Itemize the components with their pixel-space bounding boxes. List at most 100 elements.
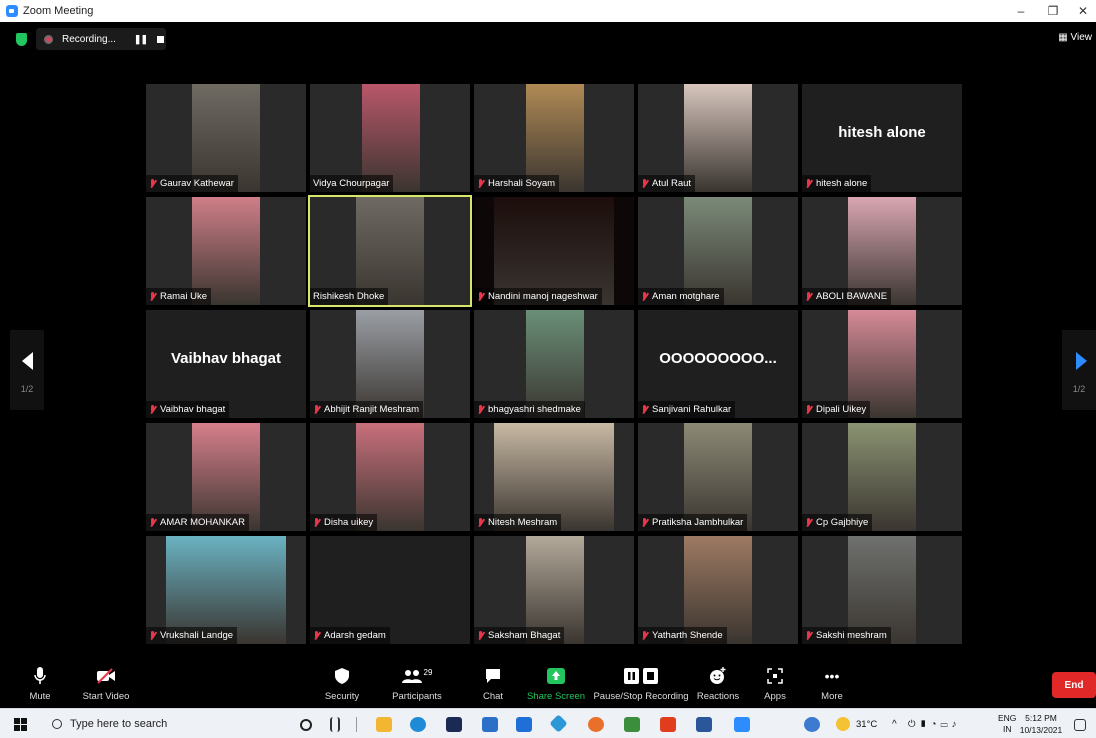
pause-stop-label: Pause/Stop Recording <box>593 691 689 702</box>
participant-tile[interactable]: Pratiksha Jambhulkar <box>638 423 798 531</box>
chat-button[interactable]: Chat <box>480 660 506 708</box>
chevron-right-icon <box>1076 352 1087 370</box>
maximize-button[interactable]: ❐ <box>1038 0 1068 22</box>
muted-mic-icon <box>641 517 648 528</box>
participant-tile[interactable]: Rishikesh Dhoke <box>308 195 472 307</box>
firefox-icon[interactable] <box>588 717 604 732</box>
participant-tile[interactable]: OOOOOOOOO... Sanjivani Rahulkar <box>638 310 798 418</box>
clock-date: 10/13/2021 <box>1019 725 1063 735</box>
office-icon[interactable] <box>660 717 676 732</box>
end-meeting-button[interactable]: End <box>1052 672 1096 698</box>
participant-display-name: OOOOOOOOO... <box>659 350 777 367</box>
participant-name-label: bhagyashri shedmake <box>474 401 585 418</box>
dropbox-icon[interactable] <box>446 717 462 732</box>
participant-tile[interactable]: Sakshi meshram <box>802 536 962 644</box>
temperature[interactable]: 31°C <box>856 709 877 738</box>
next-page-button[interactable]: 1/2 <box>1062 330 1096 410</box>
view-button[interactable]: ▦ View <box>1058 32 1092 43</box>
pause-stop-recording-button[interactable]: Pause/Stop Recording <box>593 660 689 708</box>
muted-mic-icon <box>149 291 156 302</box>
participant-tile[interactable]: Dipali Uikey <box>802 310 962 418</box>
video-off-icon <box>96 666 116 686</box>
language-indicator[interactable]: ENG IN <box>998 709 1016 738</box>
participants-count: 29 <box>423 667 433 677</box>
participant-tile[interactable]: Vrukshali Landge <box>146 536 306 644</box>
participant-tile[interactable]: Saksham Bhagat <box>474 536 634 644</box>
app-green-icon[interactable] <box>624 717 640 732</box>
more-label: More <box>821 691 843 702</box>
zoom-taskbar-icon[interactable] <box>734 717 750 732</box>
chevron-up-icon[interactable]: ^ <box>128 660 136 708</box>
mute-button[interactable]: Mute <box>22 660 58 708</box>
clock[interactable]: 5:12 PM 10/13/2021 <box>1018 709 1064 738</box>
edge-browser-icon[interactable] <box>410 717 426 732</box>
windows-start-icon[interactable] <box>14 718 27 731</box>
participant-name-label: Vrukshali Landge <box>146 627 238 644</box>
chevron-up-icon[interactable]: ^ <box>580 660 588 708</box>
start-video-button[interactable]: Start Video <box>80 660 132 708</box>
participant-name: Abhijit Ranjit Meshram <box>324 404 420 415</box>
security-button[interactable]: Security <box>322 660 362 708</box>
more-button[interactable]: ••• More <box>814 660 850 708</box>
app-diamond-icon[interactable] <box>549 714 568 733</box>
store-icon[interactable] <box>516 717 532 732</box>
page-indicator-right: 1/2 <box>1072 384 1086 394</box>
stop-recording-button[interactable] <box>157 35 165 43</box>
minimize-button[interactable]: – <box>1006 0 1036 22</box>
participant-name: Sakshi meshram <box>816 630 887 641</box>
pause-recording-button[interactable]: ❚❚ <box>134 34 148 45</box>
reactions-button[interactable]: Reactions <box>696 660 740 708</box>
muted-mic-icon <box>641 404 648 415</box>
participant-tile[interactable]: Cp Gajbhiye <box>802 423 962 531</box>
participant-name: Harshali Soyam <box>488 178 556 189</box>
muted-mic-icon <box>149 404 156 415</box>
participant-tile[interactable]: Harshali Soyam <box>474 84 634 192</box>
word-icon[interactable] <box>696 717 712 732</box>
participant-tile[interactable]: ABOLI BAWANE <box>802 197 962 305</box>
share-screen-button[interactable]: Share Screen <box>527 660 585 708</box>
participant-tile[interactable]: bhagyashri shedmake <box>474 310 634 418</box>
participant-tile[interactable]: Yatharth Shende <box>638 536 798 644</box>
participant-name-label: Disha uikey <box>310 514 378 531</box>
participant-name-label: Yatharth Shende <box>638 627 727 644</box>
previous-page-button[interactable]: 1/2 <box>10 330 44 410</box>
participant-tile[interactable]: Nitesh Meshram <box>474 423 634 531</box>
encryption-shield-icon[interactable] <box>16 33 27 46</box>
participant-tile[interactable]: AMAR MOHANKAR <box>146 423 306 531</box>
task-view-icon[interactable] <box>330 717 340 732</box>
participant-tile[interactable]: Atul Raut <box>638 84 798 192</box>
participant-name-label: Sakshi meshram <box>802 627 891 644</box>
chevron-up-icon[interactable]: ^ <box>60 660 68 708</box>
zoom-logo-icon <box>6 5 18 17</box>
notification-icon[interactable] <box>1074 719 1086 731</box>
participant-name-label: Nandini manoj nageshwar <box>474 288 602 305</box>
apps-button[interactable]: Apps <box>760 660 790 708</box>
participant-tile[interactable]: hitesh alone hitesh alone <box>802 84 962 192</box>
participant-tile[interactable]: Nandini manoj nageshwar <box>474 197 634 305</box>
participant-tile[interactable]: Vaibhav bhagat Vaibhav bhagat <box>146 310 306 418</box>
help-icon[interactable] <box>804 717 820 732</box>
participants-button[interactable]: 29 Participants <box>392 660 442 708</box>
system-tray-icons[interactable]: ⏻▮◔▭♪ <box>908 709 960 738</box>
cortana-icon[interactable] <box>300 719 312 731</box>
mail-icon[interactable] <box>482 717 498 732</box>
participant-tile[interactable]: Vidya Chourpagar <box>310 84 470 192</box>
participant-name: hitesh alone <box>816 178 868 189</box>
participant-tile[interactable]: Gaurav Kathewar <box>146 84 306 192</box>
participant-display-name: hitesh alone <box>838 124 926 141</box>
smiley-plus-icon <box>709 666 727 686</box>
participant-tile[interactable]: Ramai Uke <box>146 197 306 305</box>
lang-top: ENG <box>998 713 1017 723</box>
taskbar-search-box[interactable]: Type here to search <box>44 711 279 737</box>
chevron-up-icon[interactable]: ^ <box>452 660 460 708</box>
tray-chevron-up-icon[interactable]: ^ <box>892 709 897 738</box>
participant-tile[interactable]: Adarsh gedam <box>310 536 470 644</box>
security-label: Security <box>324 691 360 702</box>
participant-tile[interactable]: Disha uikey <box>310 423 470 531</box>
muted-mic-icon <box>805 404 812 415</box>
participant-tile[interactable]: Aman motghare <box>638 197 798 305</box>
file-explorer-icon[interactable] <box>376 717 392 732</box>
participant-name-label: AMAR MOHANKAR <box>146 514 249 531</box>
close-button[interactable]: ✕ <box>1068 0 1096 22</box>
participant-tile[interactable]: Abhijit Ranjit Meshram <box>310 310 470 418</box>
